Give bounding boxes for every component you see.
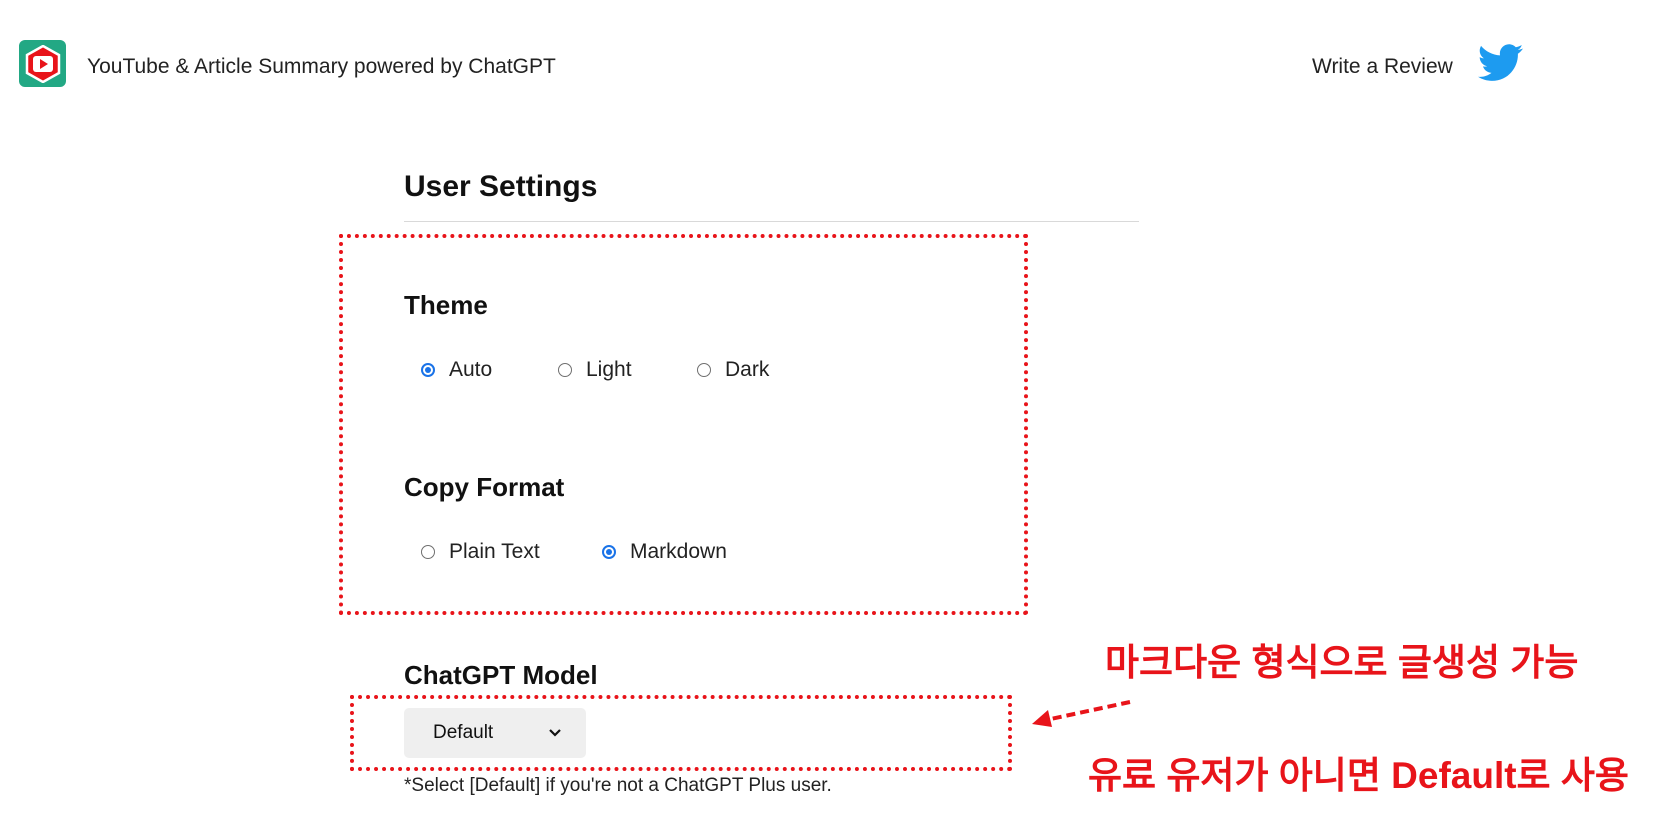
radio-button-icon[interactable]: [421, 363, 435, 377]
theme-option-light[interactable]: Light: [558, 358, 632, 382]
annotation-arrow-icon: [1032, 700, 1131, 727]
play-hexagon-icon: [25, 44, 60, 83]
radio-button-icon[interactable]: [697, 363, 711, 377]
copy-format-section-title: Copy Format: [404, 472, 565, 502]
copy-format-option-markdown[interactable]: Markdown: [602, 540, 727, 564]
title-divider: [404, 221, 1139, 222]
radio-button-icon[interactable]: [421, 545, 435, 559]
page-title: User Settings: [404, 170, 598, 203]
app-title: YouTube & Article Summary powered by Cha…: [87, 55, 556, 78]
radio-label: Dark: [725, 358, 770, 381]
radio-label: Auto: [449, 358, 493, 381]
radio-button-icon[interactable]: [558, 363, 572, 377]
youtube-summary-logo-icon: [19, 40, 66, 87]
radio-label: Plain Text: [449, 540, 540, 563]
theme-option-dark[interactable]: Dark: [697, 358, 769, 382]
model-select-note: *Select [Default] if you're not a ChatGP…: [404, 775, 832, 796]
twitter-icon[interactable]: [1478, 44, 1524, 82]
model-select-value: Default: [433, 722, 494, 743]
annotation-text-markdown: 마크다운 형식으로 글생성 가능: [1105, 642, 1579, 683]
write-review-link[interactable]: Write a Review: [1312, 55, 1453, 79]
theme-option-auto[interactable]: Auto: [421, 358, 492, 382]
annotation-text-default: 유료 유저가 아니면 Default로 사용: [1088, 755, 1629, 796]
chatgpt-model-section-title: ChatGPT Model: [404, 660, 598, 690]
radio-label: Light: [586, 358, 632, 381]
copy-format-option-plain-text[interactable]: Plain Text: [421, 540, 540, 564]
chevron-down-icon: [549, 729, 561, 737]
chatgpt-model-select[interactable]: Default: [404, 708, 586, 758]
theme-section-title: Theme: [404, 290, 488, 320]
radio-label: Markdown: [630, 540, 727, 563]
radio-button-icon[interactable]: [602, 545, 616, 559]
